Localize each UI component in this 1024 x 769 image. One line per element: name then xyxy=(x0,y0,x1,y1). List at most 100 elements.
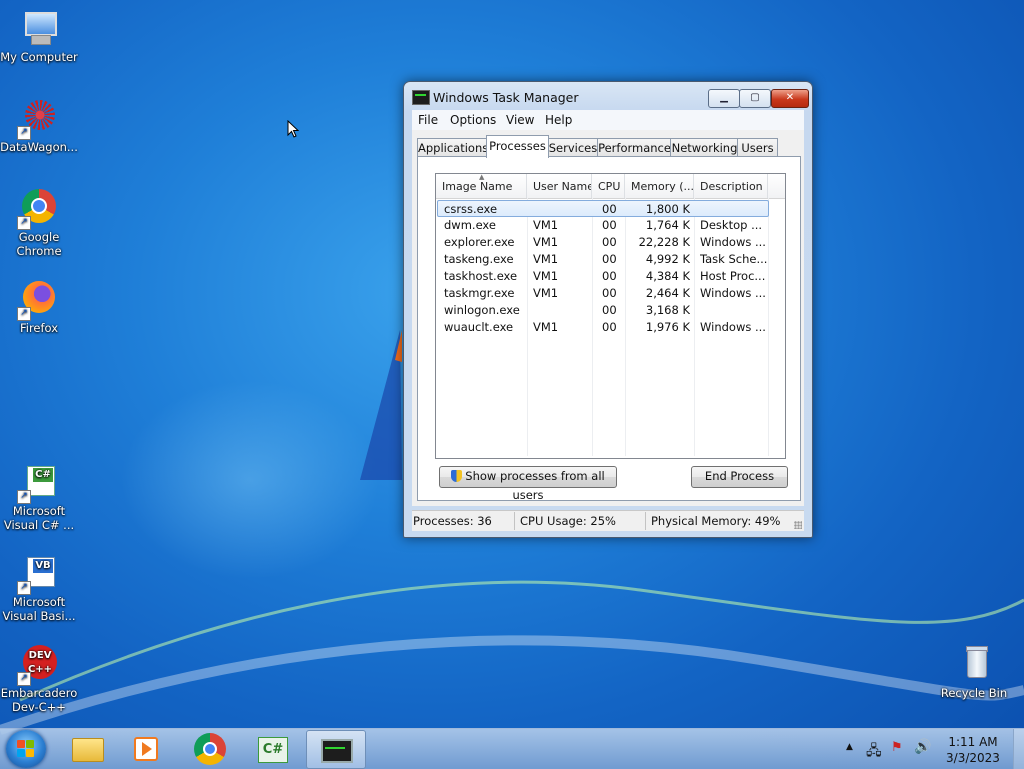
visual-csharp-icon: C# xyxy=(258,737,288,763)
show-hidden-icons-button[interactable]: ▲ xyxy=(846,742,853,756)
desktop-icon-dev-cpp[interactable]: DEV C++ ↗ Embarcadero Dev-C++ xyxy=(0,644,78,714)
end-process-button[interactable]: End Process xyxy=(691,466,788,488)
desktop-icon-google-chrome[interactable]: ↗ Google Chrome xyxy=(0,188,78,258)
cell-user: VM1 xyxy=(533,320,559,334)
cell-desc: Desktop ... xyxy=(700,218,763,232)
cell-user: VM1 xyxy=(533,252,559,266)
sort-ascending-icon: ▲ xyxy=(479,174,485,181)
action-center-flag-icon[interactable]: ⚑ xyxy=(891,740,903,758)
table-row[interactable]: wuauclt.exe VM1 00 1,976 K Windows ... xyxy=(438,319,768,335)
visual-basic-icon: VB ↗ xyxy=(17,553,59,595)
table-row[interactable]: taskeng.exe VM1 00 4,992 K Task Sche... xyxy=(438,251,768,267)
taskbar-task-manager[interactable] xyxy=(306,730,366,769)
cell-memory: 3,168 K xyxy=(645,303,690,317)
start-button[interactable] xyxy=(6,730,46,768)
desktop-icon-my-computer[interactable]: My Computer xyxy=(0,8,78,64)
cell-cpu: 00 xyxy=(602,286,617,300)
minimize-button[interactable]: ▁ xyxy=(708,89,740,108)
cell-user: VM1 xyxy=(533,218,559,232)
title-bar[interactable]: Windows Task Manager ▁ ▢ ✕ xyxy=(404,82,812,108)
button-label: Show processes from all users xyxy=(465,469,605,502)
table-row[interactable]: taskmgr.exe VM1 00 2,464 K Windows ... xyxy=(438,285,768,301)
taskbar-visual-csharp[interactable]: C# xyxy=(244,730,302,767)
table-row[interactable]: taskhost.exe VM1 00 4,384 K Host Proc... xyxy=(438,268,768,284)
wallpaper-glow xyxy=(120,380,380,580)
cell-cpu: 00 xyxy=(602,202,617,216)
show-desktop-button[interactable] xyxy=(1013,729,1024,769)
cell-memory: 4,384 K xyxy=(645,269,690,283)
menu-bar: File Options View Help xyxy=(412,110,804,130)
shortcut-arrow-icon: ↗ xyxy=(17,126,31,140)
shortcut-arrow-icon: ↗ xyxy=(17,672,31,686)
column-label: Image Name xyxy=(442,180,513,193)
cell-image: csrss.exe xyxy=(444,202,498,216)
desktop-icon-label: Embarcadero Dev-C++ xyxy=(0,686,78,714)
table-row[interactable]: csrss.exe 00 1,800 K xyxy=(437,200,769,217)
shortcut-arrow-icon: ↗ xyxy=(17,490,31,504)
column-user-name[interactable]: User Name xyxy=(527,174,592,198)
cell-cpu: 00 xyxy=(602,252,617,266)
column-description[interactable]: Description xyxy=(694,174,768,198)
cell-desc: Windows ... xyxy=(700,320,766,334)
tab-panel: Applications Processes Services Performa… xyxy=(412,130,804,506)
tab-performance[interactable]: Performance xyxy=(597,138,672,157)
datawagon-icon: ↗ xyxy=(17,98,59,140)
cell-memory: 1,764 K xyxy=(645,218,690,232)
column-memory[interactable]: Memory (... xyxy=(625,174,694,198)
menu-file[interactable]: File xyxy=(418,113,438,127)
status-separator xyxy=(514,512,515,530)
taskbar: C# ▲ 🖧 ⚑ 🔊 1:11 AM 3/3/2023 xyxy=(0,728,1024,769)
tab-processes[interactable]: Processes xyxy=(486,135,549,158)
process-list[interactable]: ▲ Image Name User Name CPU Memory (... D… xyxy=(435,173,786,459)
cell-user: VM1 xyxy=(533,286,559,300)
volume-icon[interactable]: 🔊 xyxy=(914,739,931,757)
tab-users[interactable]: Users xyxy=(737,138,778,157)
tab-applications[interactable]: Applications xyxy=(417,138,488,157)
column-cpu[interactable]: CPU xyxy=(592,174,625,198)
menu-help[interactable]: Help xyxy=(545,113,572,127)
table-row[interactable]: dwm.exe VM1 00 1,764 K Desktop ... xyxy=(438,217,768,233)
table-row[interactable]: explorer.exe VM1 00 22,228 K Windows ... xyxy=(438,234,768,250)
system-clock[interactable]: 1:11 AM 3/3/2023 xyxy=(944,734,1002,766)
column-divider xyxy=(768,198,769,456)
desktop-icon-label: Microsoft Visual C# ... xyxy=(3,504,75,532)
desktop-icon-visual-csharp[interactable]: C# ↗ Microsoft Visual C# ... xyxy=(0,462,78,532)
close-button[interactable]: ✕ xyxy=(771,89,809,108)
menu-view[interactable]: View xyxy=(506,113,534,127)
desktop-icon-firefox[interactable]: ↗ Firefox xyxy=(0,279,78,335)
cell-desc: Task Sche... xyxy=(700,252,768,266)
cpu-graph-icon xyxy=(325,747,345,755)
resize-grip-icon[interactable] xyxy=(794,521,802,529)
table-row[interactable]: winlogon.exe 00 3,168 K xyxy=(438,302,768,318)
computer-icon xyxy=(19,8,59,48)
taskbar-google-chrome[interactable] xyxy=(181,730,239,767)
task-manager-window[interactable]: Windows Task Manager ▁ ▢ ✕ File Options … xyxy=(403,81,813,538)
tab-networking[interactable]: Networking xyxy=(670,138,739,157)
desktop-icon-visual-basic[interactable]: VB ↗ Microsoft Visual Basi... xyxy=(0,553,78,623)
recycle-bin-icon xyxy=(954,644,994,684)
menu-options[interactable]: Options xyxy=(450,113,496,127)
cell-user: VM1 xyxy=(533,269,559,283)
desktop-icon-label: My Computer xyxy=(0,50,78,64)
clock-date: 3/3/2023 xyxy=(946,751,1000,765)
cell-desc: Host Proc... xyxy=(700,269,766,283)
cell-desc: Windows ... xyxy=(700,235,766,249)
taskbar-file-explorer[interactable] xyxy=(58,730,116,767)
desktop-icon-datawagon[interactable]: ↗ DataWagon... xyxy=(0,98,78,154)
column-image-name[interactable]: ▲ Image Name xyxy=(436,174,527,198)
task-manager-icon xyxy=(412,90,430,105)
tab-services[interactable]: Services xyxy=(547,138,599,157)
status-cpu-usage: CPU Usage: 25% xyxy=(520,514,616,528)
chrome-center-icon xyxy=(203,742,217,756)
show-all-processes-button[interactable]: Show processes from all users xyxy=(439,466,617,502)
dev-cpp-icon: DEV C++ ↗ xyxy=(17,644,59,686)
desktop-icon-label: Firefox xyxy=(19,321,59,335)
maximize-button[interactable]: ▢ xyxy=(739,89,771,108)
taskbar-media-player[interactable] xyxy=(118,730,176,767)
cell-image: winlogon.exe xyxy=(444,303,520,317)
shortcut-arrow-icon: ↗ xyxy=(17,307,31,321)
status-separator xyxy=(645,512,646,530)
network-icon[interactable]: 🖧 xyxy=(866,740,882,759)
desktop-icon-recycle-bin[interactable]: Recycle Bin xyxy=(935,644,1013,700)
clock-time: 1:11 AM xyxy=(948,735,998,749)
